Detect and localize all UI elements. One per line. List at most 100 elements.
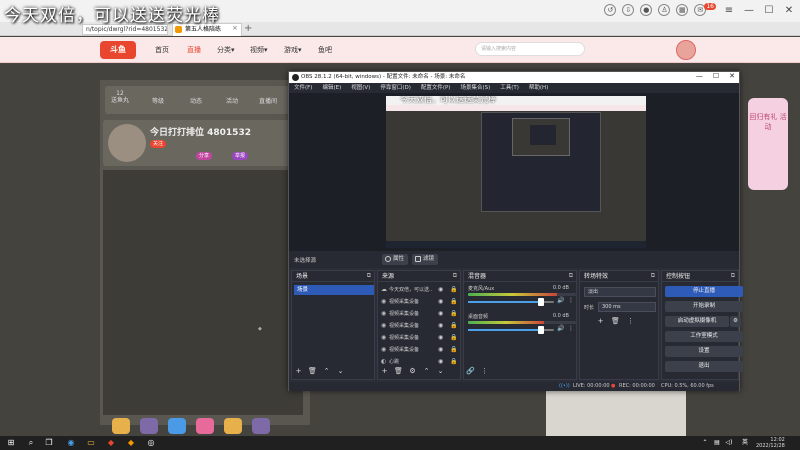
- search-icon[interactable]: ⌕: [26, 438, 36, 448]
- site-search-input[interactable]: 请输入搜索内容: [475, 42, 585, 56]
- nav-item-game[interactable]: 游戏▾: [284, 45, 302, 55]
- lock-icon[interactable]: 🔒: [450, 322, 457, 329]
- more-icon[interactable]: ⋮: [568, 325, 574, 332]
- properties-button[interactable]: 属性: [382, 254, 409, 265]
- add-icon[interactable]: +: [380, 367, 389, 376]
- file-explorer-icon[interactable]: ▭: [86, 438, 96, 448]
- volume-icon[interactable]: ◁): [724, 438, 734, 448]
- source-item[interactable]: ◐ 心跳: [381, 357, 461, 367]
- lock-icon[interactable]: 🔒: [450, 310, 457, 317]
- duration-input[interactable]: 300 ms: [598, 302, 656, 312]
- menu-edit[interactable]: 编辑(E): [322, 83, 341, 93]
- eye-icon[interactable]: ◉: [438, 310, 443, 317]
- network-icon[interactable]: ▤: [712, 438, 722, 448]
- nav-item-yuba[interactable]: 鱼吧: [318, 45, 332, 55]
- dock-popout-icon[interactable]: ⧉: [367, 272, 371, 280]
- report-chip[interactable]: 举报: [232, 152, 249, 160]
- speaker-icon[interactable]: 🔊: [557, 297, 564, 304]
- gift-item[interactable]: [112, 418, 130, 434]
- start-recording-button[interactable]: 开始录制: [665, 301, 743, 312]
- chevron-up-icon[interactable]: ⌃: [322, 367, 331, 376]
- more-icon[interactable]: ⋮: [568, 297, 574, 304]
- source-item[interactable]: ◉ 视频采集设备: [381, 297, 461, 307]
- link-icon[interactable]: 🔗: [466, 367, 475, 376]
- source-item[interactable]: ☁ 今天双倍，可以送..: [381, 285, 461, 295]
- transition-select[interactable]: 淡出: [584, 287, 656, 297]
- dock-popout-icon[interactable]: ⧉: [731, 272, 735, 280]
- stop-streaming-button[interactable]: 停止直播: [665, 286, 743, 297]
- browser-app-icon[interactable]: ◆: [126, 438, 136, 448]
- obs-maximize-icon[interactable]: ☐: [713, 72, 719, 80]
- lock-icon[interactable]: 🔒: [450, 358, 457, 365]
- chevron-up-icon[interactable]: ⌃: [422, 367, 431, 376]
- edge-icon[interactable]: ◉: [66, 438, 76, 448]
- taskbar-clock[interactable]: 12:02 2022/12/28: [756, 437, 785, 449]
- gear-icon[interactable]: ⚙: [408, 367, 417, 376]
- stat-level[interactable]: 等级: [146, 96, 170, 105]
- gift-item[interactable]: [196, 418, 214, 434]
- eye-icon[interactable]: ◉: [438, 298, 443, 305]
- source-item[interactable]: ◉ 视频采集设备: [381, 309, 461, 319]
- menu-view[interactable]: 视图(V): [351, 83, 370, 93]
- dock-popout-icon[interactable]: ⧉: [569, 272, 573, 280]
- menu-profile[interactable]: 配置文件(P): [421, 83, 451, 93]
- more-icon[interactable]: ⋮: [626, 317, 635, 326]
- follow-chip[interactable]: 关注: [150, 140, 167, 148]
- trash-icon[interactable]: 🗑: [611, 317, 620, 326]
- tab-close-icon[interactable]: ×: [232, 24, 238, 32]
- volume-slider[interactable]: [468, 326, 554, 334]
- eye-icon[interactable]: ◉: [438, 358, 443, 365]
- new-tab-button[interactable]: +: [244, 23, 252, 34]
- chevron-down-icon[interactable]: ⌄: [436, 367, 445, 376]
- lock-icon[interactable]: 🔒: [450, 334, 457, 341]
- douyu-app-icon[interactable]: ◆: [106, 438, 116, 448]
- source-item[interactable]: ◉ 视频采集设备: [381, 321, 461, 331]
- eye-icon[interactable]: ◉: [438, 334, 443, 341]
- gift-item[interactable]: [140, 418, 158, 434]
- share-chip[interactable]: 分享: [196, 152, 213, 160]
- add-icon[interactable]: +: [294, 367, 303, 376]
- source-item[interactable]: ◉ 视频采集设备: [381, 345, 461, 355]
- lock-icon[interactable]: 🔒: [450, 346, 457, 353]
- eye-icon[interactable]: ◉: [438, 346, 443, 353]
- eye-icon[interactable]: ◉: [438, 286, 443, 293]
- menu-file[interactable]: 文件(F): [294, 83, 312, 93]
- ime-icon[interactable]: 英: [740, 438, 750, 448]
- site-logo[interactable]: 斗鱼: [100, 41, 136, 59]
- menu-tools[interactable]: 工具(T): [500, 83, 519, 93]
- settings-button[interactable]: 设置: [665, 346, 743, 357]
- chevron-down-icon[interactable]: ⌄: [336, 367, 345, 376]
- streamer-avatar[interactable]: [108, 124, 146, 162]
- menu-help[interactable]: 帮助(H): [529, 83, 548, 93]
- gift-item[interactable]: [252, 418, 270, 434]
- gift-item[interactable]: [168, 418, 186, 434]
- lock-icon[interactable]: 🔒: [450, 286, 457, 293]
- site-avatar[interactable]: [676, 40, 696, 60]
- obs-preview[interactable]: 今天双倍，可以送送荧光棒: [386, 96, 646, 248]
- tray-chevron-icon[interactable]: ⌃: [700, 438, 710, 448]
- nav-item-live[interactable]: 直播: [187, 45, 201, 55]
- add-icon[interactable]: +: [596, 317, 605, 326]
- obs-minimize-icon[interactable]: —: [696, 72, 703, 80]
- source-item[interactable]: ◉ 视频采集设备: [381, 333, 461, 343]
- volume-slider[interactable]: [468, 298, 554, 306]
- nav-item-video[interactable]: 视频▾: [250, 45, 268, 55]
- scene-item[interactable]: 场景: [294, 285, 374, 295]
- gift-item[interactable]: [224, 418, 242, 434]
- stat-dynamics[interactable]: 动态: [184, 96, 208, 105]
- trash-icon[interactable]: 🗑: [308, 367, 317, 376]
- dock-popout-icon[interactable]: ⧉: [651, 272, 655, 280]
- video-player-area[interactable]: [103, 170, 303, 415]
- volume-thumb[interactable]: [538, 326, 545, 334]
- menu-docks[interactable]: 停靠窗口(D): [380, 83, 411, 93]
- nav-item-home[interactable]: 首页: [155, 45, 169, 55]
- obs-close-icon[interactable]: ✕: [729, 72, 735, 80]
- start-virtual-camera-button[interactable]: 启动虚拟摄像机: [665, 316, 729, 327]
- virtual-camera-settings-button[interactable]: ⚙: [730, 316, 741, 327]
- task-view-icon[interactable]: ❐: [44, 438, 54, 448]
- eye-icon[interactable]: ◉: [438, 322, 443, 329]
- promo-banner[interactable]: 回归有礼 活动: [748, 98, 788, 190]
- dock-popout-icon[interactable]: ⧉: [453, 272, 457, 280]
- more-icon[interactable]: ⋮: [480, 367, 489, 376]
- speaker-icon[interactable]: 🔊: [557, 325, 564, 332]
